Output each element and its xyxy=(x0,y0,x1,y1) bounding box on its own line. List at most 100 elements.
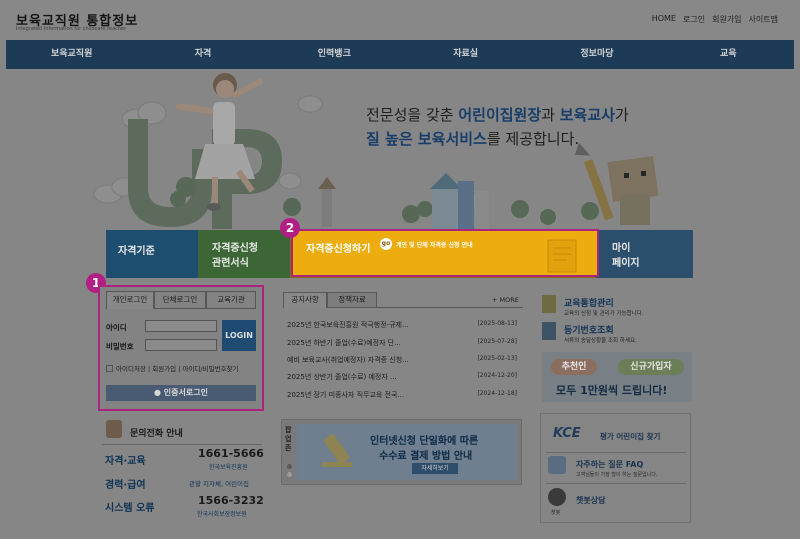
banner-title-2: 수수료 결제 방법 안내 xyxy=(379,451,473,462)
util-login-link[interactable]: 로그인 xyxy=(683,14,705,25)
certificate-login-label: 인증서로그인 xyxy=(163,388,208,397)
notice-more-link[interactable]: + MORE xyxy=(492,296,519,304)
nav-resources[interactable]: 자료실 xyxy=(400,40,531,69)
contact-label-system: 시스템 오류 xyxy=(105,503,155,514)
contact-org-education: 한국보육진흥원 xyxy=(209,464,248,471)
box-character-figure xyxy=(607,155,659,225)
tile-qualification-standard[interactable]: 자격기준 xyxy=(106,230,198,278)
signup-link[interactable]: 회원가입 xyxy=(152,365,176,373)
notice-date: [2024-12-20] xyxy=(477,372,517,379)
notice-title[interactable]: 2025년 한국보육진흥원 적극행정-규제... xyxy=(287,320,409,330)
notice-row[interactable]: 2025년 하반기 졸업(수료)예정자 단... [2025-07-28] xyxy=(287,338,517,348)
registered-number-desc: 서류의 송달상황을 조회 하세요. xyxy=(564,338,637,344)
notice-date: [2024-12-18] xyxy=(477,390,517,397)
divider xyxy=(102,444,262,445)
building-icon xyxy=(318,173,489,229)
contact-phone-education: 1661-5666 xyxy=(198,447,264,460)
contact-org-system: 한국사회보장정보원 xyxy=(197,511,247,518)
nav-info[interactable]: 정보마당 xyxy=(531,40,662,69)
tile-my-page[interactable]: 마이 페이지 xyxy=(596,230,693,278)
chatbot-icon xyxy=(548,488,566,506)
save-id-checkbox[interactable] xyxy=(106,365,113,372)
site-logo-subtitle: Integrated Information for childcare tea… xyxy=(16,26,127,32)
contact-phone-system: 1566-3232 xyxy=(198,494,264,507)
cert-apply-title: 자격증신청하기 xyxy=(306,244,371,255)
util-home-link[interactable]: HOME xyxy=(652,14,676,25)
notice-row[interactable]: 2025년 상반기 졸업(수료) 예정자 ... [2024-12-20] xyxy=(287,372,517,382)
hero-line-2: 질 높은 보육서비스를 제공합니다. xyxy=(366,130,580,148)
contact-title: 문의전화 안내 xyxy=(130,429,183,439)
tile-my-label-2: 페이지 xyxy=(612,258,640,269)
tile-application-forms[interactable]: 자격증신청 관련서식 xyxy=(198,230,290,278)
save-id-label[interactable]: 아이디저장 xyxy=(116,365,146,373)
notice-row[interactable]: 2025년 한국보육진흥원 적극행정-규제... [2025-08-13] xyxy=(287,320,517,330)
faq-link[interactable]: 자주하는 질문 FAQ xyxy=(576,459,643,470)
faq-desc: 고객님들이 가장 많이 하는 질문입니다. xyxy=(576,472,658,478)
utility-nav: HOME 로그인 회원가입 사이트맵 xyxy=(652,14,778,25)
id-label: 아이디 xyxy=(106,323,127,332)
contact-label-education: 자격·교육 xyxy=(105,456,146,467)
banner-title-1: 인터넷신청 단일화에 따른 xyxy=(370,436,479,447)
book-stack-icon xyxy=(542,295,556,313)
edu-management-link[interactable]: 교육통합관리 xyxy=(564,296,614,309)
divider xyxy=(546,452,686,453)
tab-group-login[interactable]: 단체로그인 xyxy=(154,291,206,309)
kce-logo: KCE xyxy=(553,426,581,441)
password-label: 비밀번호 xyxy=(106,342,134,351)
contact-org-career: 관할 지자체, 어린이집 xyxy=(189,480,250,488)
divider xyxy=(546,483,686,484)
edu-management-desc: 교육의 신청 및 관리가 가능합니다. xyxy=(564,311,644,317)
notice-title[interactable]: 2025년 장기 미종사자 직무교육 전국... xyxy=(287,390,404,400)
util-sitemap-link[interactable]: 사이트맵 xyxy=(749,14,778,25)
contact-label-career: 경력·급여 xyxy=(105,480,146,491)
notice-date: [2025-02-13] xyxy=(477,355,517,362)
tile-my-label-1: 마이 xyxy=(612,243,631,254)
banner-pager-dot[interactable] xyxy=(287,472,292,477)
promo-newuser-pill: 신규가입자 xyxy=(618,359,684,375)
go-badge: go xyxy=(380,238,392,250)
registered-mail-icon xyxy=(542,322,556,340)
login-options: 아이디저장 | 회원가입 | 아이디/비밀번호찾기 xyxy=(106,363,239,373)
popup-zone-label: 팝업존 xyxy=(285,426,292,452)
chatbot-link[interactable]: 챗봇상담 xyxy=(576,495,605,506)
promo-recommender-pill: 추천인 xyxy=(551,359,597,375)
tab-notice[interactable]: 공지사항 xyxy=(283,292,327,308)
kce-daycare-search-link[interactable]: 평가 어린이집 찾기 xyxy=(600,431,660,442)
document-icon xyxy=(547,239,577,273)
banner-detail-button[interactable]: 자세히보기 xyxy=(412,463,458,474)
notice-title[interactable]: 예비 보육교사(취업예정자) 자격증 신청... xyxy=(287,355,409,365)
notice-date: [2025-07-28] xyxy=(477,338,517,345)
banner-pager-dot[interactable] xyxy=(287,464,292,469)
hero-line-1: 전문성을 갖춘 어린이집원장과 보육교사가 xyxy=(366,106,629,124)
tab-institution-login[interactable]: 교육기관 xyxy=(206,291,256,309)
notice-title[interactable]: 2025년 상반기 졸업(수료) 예정자 ... xyxy=(287,372,397,382)
notice-date: [2025-08-13] xyxy=(477,320,517,327)
nav-staff[interactable]: 보육교직원 xyxy=(6,40,137,69)
password-input[interactable] xyxy=(145,339,217,351)
tab-policy-data[interactable]: 정책자료 xyxy=(327,292,377,308)
faq-icon xyxy=(548,456,566,474)
phone-icon xyxy=(106,420,122,438)
callout-marker-2: 2 xyxy=(280,218,300,238)
hero-headline: 전문성을 갖춘 어린이집원장과 보육교사가 질 높은 보육서비스를 제공합니다. xyxy=(366,103,629,151)
main-nav: 보육교직원 자격 인력뱅크 자료실 정보마당 교육 xyxy=(6,40,794,69)
tile-forms-label-2: 관련서식 xyxy=(212,258,249,269)
find-id-password-link[interactable]: 아이디/비밀번호찾기 xyxy=(182,365,238,373)
nav-qualification[interactable]: 자격 xyxy=(137,40,268,69)
cert-apply-description: 개인 및 단체 자격증 신청 안내 xyxy=(396,242,473,249)
tab-personal-login[interactable]: 개인로그인 xyxy=(106,291,154,309)
chatbot-icon-caption: 챗봇 xyxy=(551,510,561,516)
highlighter-icon xyxy=(322,433,352,467)
tile-qualification-label: 자격기준 xyxy=(118,246,155,257)
registered-number-link[interactable]: 등기번호조회 xyxy=(564,323,614,336)
nav-education[interactable]: 교육 xyxy=(663,40,794,69)
notice-row[interactable]: 예비 보육교사(취업예정자) 자격증 신청... [2025-02-13] xyxy=(287,355,517,365)
certificate-login-button[interactable]: ● 인증서로그인 xyxy=(106,385,256,401)
util-signup-link[interactable]: 회원가입 xyxy=(712,14,741,25)
promo-message: 모두 1만원씩 드립니다! xyxy=(556,384,668,397)
id-input[interactable] xyxy=(145,320,217,332)
login-button[interactable]: LOGIN xyxy=(222,320,256,351)
nav-job-bank[interactable]: 인력뱅크 xyxy=(269,40,400,69)
notice-row[interactable]: 2025년 장기 미종사자 직무교육 전국... [2024-12-18] xyxy=(287,390,517,400)
notice-title[interactable]: 2025년 하반기 졸업(수료)예정자 단... xyxy=(287,338,401,348)
